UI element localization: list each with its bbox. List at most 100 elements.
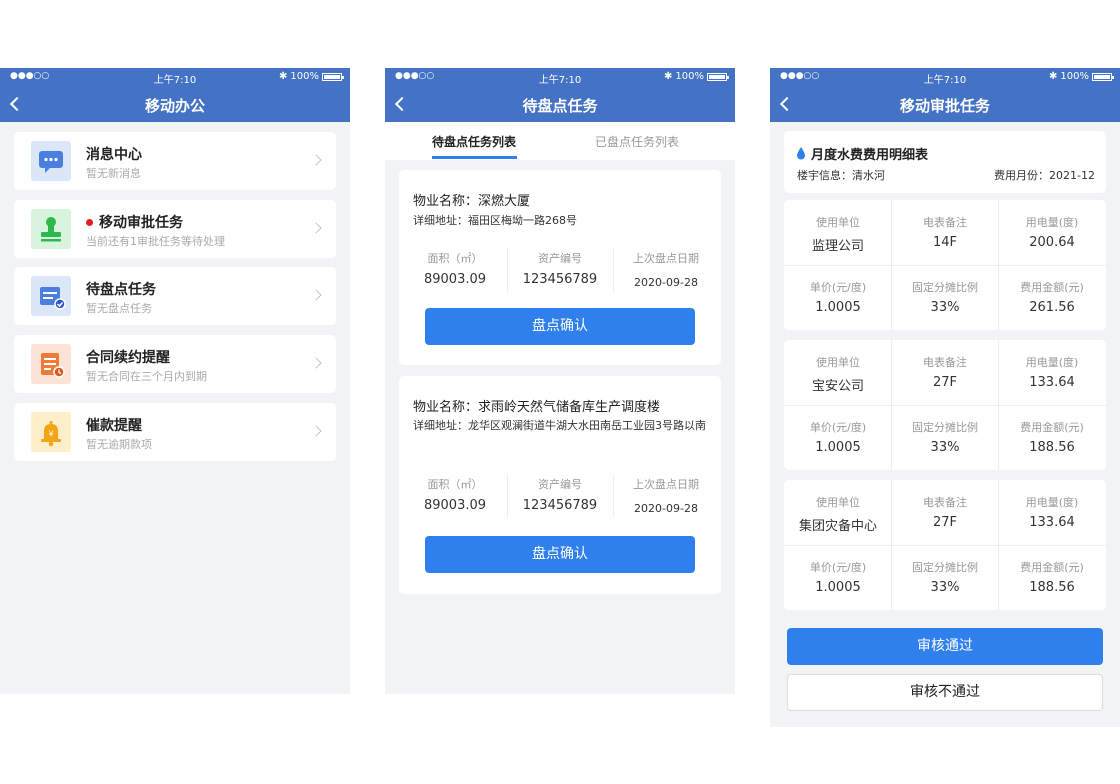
menu-item-title: 合同续约提醒 <box>86 350 170 366</box>
tab-completed-list[interactable]: 已盘点任务列表 <box>595 133 679 150</box>
asset-no-label: 资产编号 <box>538 252 582 265</box>
chevron-right-icon <box>310 357 322 369</box>
unread-dot <box>86 218 93 226</box>
menu-item-title: 催款提醒 <box>86 418 142 434</box>
battery-percent: 100% <box>1060 71 1089 82</box>
area-label: 面积（㎡） <box>427 252 483 265</box>
cell-unit: 使用单位 集团灾备中心 <box>798 496 877 534</box>
menu-item-title: 移动审批任务 <box>86 212 183 232</box>
nav-bar: 移动审批任务 <box>770 86 1120 122</box>
phone-screen-approval-task: ●●●○○ 上午7:10 ✱ 100% 移动审批任务 月度水费费用明细表 楼宇信息… <box>770 68 1120 727</box>
cell-usage: 用电量(度) 133.64 <box>1025 356 1079 390</box>
last-date-value: 2020-09-28 <box>634 502 698 515</box>
menu-item-subtitle: 暂无新消息 <box>86 167 141 180</box>
bill-detail-card: 使用单位 集团灾备中心 电表备注 27F 用电量(度) 133.64 单价(元/度) 1… <box>784 480 1106 610</box>
page-title: 移动办公 <box>144 97 205 115</box>
menu-item-subtitle: 暂无合同在三个月内到期 <box>86 370 207 383</box>
cell-share-ratio: 固定分摊比例 33% <box>912 561 978 595</box>
cell-share-ratio: 固定分摊比例 33% <box>912 421 978 455</box>
cell-share-ratio: 固定分摊比例 33% <box>912 281 978 315</box>
cell-unit-price: 单价(元/度) 1.0005 <box>809 281 867 315</box>
bill-detail-card: 使用单位 宝安公司 电表备注 27F 用电量(度) 133.64 单价(元/度) 1.0… <box>784 340 1106 470</box>
cell-amount: 费用金额(元) 261.56 <box>1020 281 1084 315</box>
asset-no-value: 123456789 <box>522 272 598 287</box>
asset-no-value: 123456789 <box>522 498 598 513</box>
chevron-right-icon <box>310 154 322 166</box>
asset-no-column: 资产编号 123456789 <box>507 476 613 513</box>
stamp-icon <box>31 209 71 249</box>
asset-no-column: 资产编号 123456789 <box>507 250 613 287</box>
menu-item-mobile-approval[interactable]: 移动审批任务 当前还有1审批任务等待处理 <box>14 200 336 258</box>
menu-item-title: 消息中心 <box>86 147 142 163</box>
bluetooth-icon: ✱ <box>279 71 288 82</box>
billing-month: 费用月份：2021-12 <box>994 169 1095 182</box>
confirm-inventory-button[interactable]: 盘点确认 <box>425 308 695 345</box>
menu-item-title: 待盘点任务 <box>86 282 156 298</box>
cell-meter-note: 电表备注 27F <box>923 496 967 530</box>
cell-unit: 使用单位 宝安公司 <box>811 356 864 394</box>
task-card: 物业名称：深燃大厦 详细地址：福田区梅坳一路268号 面积（㎡） 89003.0… <box>399 170 721 365</box>
cell-unit-price: 单价(元/度) 1.0005 <box>809 561 867 595</box>
page-title: 移动审批任务 <box>899 97 990 115</box>
asset-no-label: 资产编号 <box>538 478 582 491</box>
menu-item-inventory-task[interactable]: 待盘点任务 暂无盘点任务 <box>14 267 336 325</box>
building-info: 楼宇信息：清水河 <box>797 169 885 182</box>
cell-meter-note: 电表备注 14F <box>923 216 967 250</box>
tab-pending-list[interactable]: 待盘点任务列表 <box>432 133 516 150</box>
area-value: 89003.09 <box>423 498 487 513</box>
area-column: 面积（㎡） 89003.09 <box>402 476 508 513</box>
inventory-icon <box>31 276 71 316</box>
nav-bar: 移动办公 <box>0 86 350 122</box>
cell-usage: 用电量(度) 200.64 <box>1025 216 1079 250</box>
menu-item-contract-renewal[interactable]: 合同续约提醒 暂无合同在三个月内到期 <box>14 335 336 393</box>
last-date-column: 上次盘点日期 2020-09-28 <box>613 250 719 289</box>
chevron-right-icon <box>310 289 322 301</box>
confirm-inventory-button[interactable]: 盘点确认 <box>425 536 695 573</box>
bluetooth-icon: ✱ <box>1049 71 1058 82</box>
page-title: 待盘点任务 <box>522 97 598 115</box>
last-date-label: 上次盘点日期 <box>633 252 699 265</box>
area-label: 面积（㎡） <box>427 478 483 491</box>
contract-icon <box>31 344 71 384</box>
nav-bar: 待盘点任务 <box>385 86 735 122</box>
battery-icon <box>322 72 344 81</box>
chevron-right-icon <box>310 425 322 437</box>
cell-unit: 使用单位 监理公司 <box>811 216 864 254</box>
phone-screen-inventory-tasks: ●●●○○ 上午7:10 ✱ 100% 待盘点任务 待盘点任务列表 已盘点任务列表… <box>385 68 735 694</box>
status-bar: ●●●○○ 上午7:10 ✱ 100% <box>770 68 1120 86</box>
area-value: 89003.09 <box>423 272 487 287</box>
message-icon <box>31 141 71 181</box>
active-tab-indicator <box>432 156 517 159</box>
menu-item-payment-reminder[interactable]: ¥ 催款提醒 暂无逾期款项 <box>14 403 336 461</box>
status-bar: ●●●○○ 上午7:10 ✱ 100% <box>385 68 735 86</box>
cell-unit-price: 单价(元/度) 1.0005 <box>809 421 867 455</box>
area-column: 面积（㎡） 89003.09 <box>402 250 508 287</box>
cell-usage: 用电量(度) 133.64 <box>1025 496 1079 530</box>
battery-icon <box>707 72 729 81</box>
reject-button[interactable]: 审核不通过 <box>787 674 1103 711</box>
menu-item-message-center[interactable]: 消息中心 暂无新消息 <box>14 132 336 190</box>
bill-title: 月度水费费用明细表 <box>811 148 929 163</box>
approve-button[interactable]: 审核通过 <box>787 628 1103 665</box>
task-card: 物业名称：求雨岭天然气储备库生产调度楼 详细地址：龙华区观澜街道牛湖大水田南岳工… <box>399 376 721 594</box>
bell-icon: ¥ <box>31 412 71 452</box>
bill-detail-card: 使用单位 监理公司 电表备注 14F 用电量(度) 200.64 单价(元/度) 1.0… <box>784 200 1106 330</box>
water-drop-icon <box>797 147 805 160</box>
menu-item-subtitle: 当前还有1审批任务等待处理 <box>86 235 225 248</box>
property-name: 物业名称：深燃大厦 <box>413 194 531 209</box>
property-address: 详细地址：福田区梅坳一路268号 <box>413 214 577 227</box>
svg-text:¥: ¥ <box>48 430 53 439</box>
battery-percent: 100% <box>290 71 319 82</box>
bill-header-card: 月度水费费用明细表 楼宇信息：清水河 费用月份：2021-12 <box>784 131 1106 193</box>
bluetooth-icon: ✱ <box>664 71 673 82</box>
tab-bar: 待盘点任务列表 已盘点任务列表 <box>385 122 735 160</box>
cell-meter-note: 电表备注 27F <box>923 356 967 390</box>
last-date-value: 2020-09-28 <box>634 276 698 289</box>
battery-percent: 100% <box>675 71 704 82</box>
last-date-label: 上次盘点日期 <box>633 478 699 491</box>
menu-item-subtitle: 暂无盘点任务 <box>86 302 152 315</box>
status-bar: ●●●○○ 上午7:10 ✱ 100% <box>0 68 350 86</box>
chevron-right-icon <box>310 222 322 234</box>
cell-amount: 费用金额(元) 188.56 <box>1020 561 1084 595</box>
property-name: 物业名称：求雨岭天然气储备库生产调度楼 <box>413 400 661 415</box>
